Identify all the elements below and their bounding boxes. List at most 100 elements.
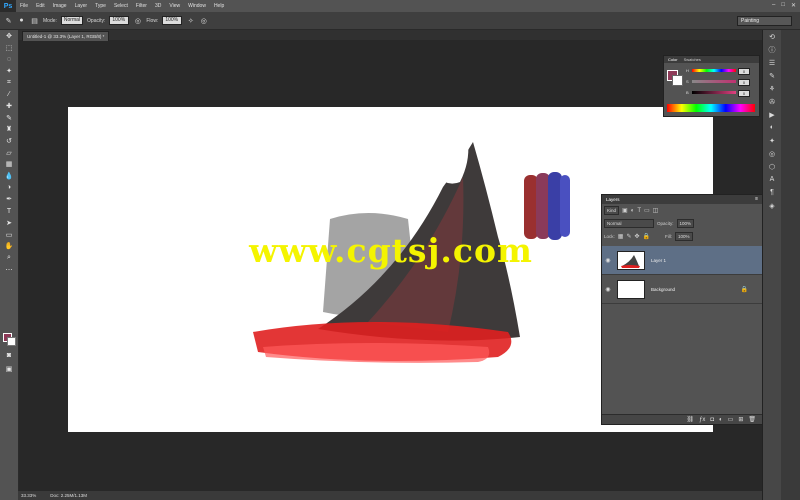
filter-adjustment-icon[interactable]: ◐ [631,208,635,214]
add-mask-icon[interactable]: ◘ [710,417,714,423]
airbrush-icon[interactable]: ✧ [186,16,195,25]
blur-tool-icon[interactable]: 💧 [0,170,18,182]
fill-field[interactable]: 100% [674,232,693,241]
opacity-field[interactable]: 100% [109,16,130,25]
eyedropper-tool-icon[interactable]: ⁄ [0,88,18,100]
eraser-tool-icon[interactable]: ▱ [0,147,18,159]
layers-dock-icon[interactable]: ◈ [763,199,781,212]
stamp-tool-icon[interactable]: ♜ [0,124,18,136]
brush-tool-icon[interactable]: ✎ [0,112,18,124]
lasso-tool-icon[interactable]: ◌ [0,53,18,65]
gradient-tool-icon[interactable]: ▦ [0,159,18,171]
zoom-level[interactable]: 33.33% [21,493,36,498]
layer-name[interactable]: Layer 1 [651,258,666,263]
channels-icon[interactable]: ◎ [763,147,781,160]
adjustments-icon[interactable]: ◐ [763,121,781,134]
channel-b-slider[interactable] [692,91,736,94]
actions-icon[interactable]: ▶ [763,108,781,121]
layer-style-icon[interactable]: ƒx [699,417,705,423]
more-tools-icon[interactable]: ⋯ [0,264,18,276]
panel-background-swatch[interactable] [672,75,683,86]
visibility-eye-icon[interactable]: ◉ [602,286,614,293]
filter-type-icon[interactable]: T [637,208,641,214]
adjustment-layer-icon[interactable]: ◐ [719,417,723,423]
brush-tool-preset-icon[interactable]: ✎ [4,16,13,25]
type-tool-icon[interactable]: T [0,205,18,217]
paragraph-icon[interactable]: ¶ [763,186,781,199]
maximize-button[interactable]: □ [781,2,785,9]
mode-select[interactable]: Normal [60,16,84,25]
document-tab[interactable]: Untitled-1 @ 33.3% (Layer 1, RGB/8) * [22,31,110,41]
minimize-button[interactable]: – [772,2,775,9]
quick-select-tool-icon[interactable]: ✦ [0,65,18,77]
move-tool-icon[interactable]: ✥ [0,30,18,42]
menu-edit[interactable]: Edit [32,3,49,9]
menu-image[interactable]: Image [49,3,71,9]
lock-all-icon[interactable]: 🔒 [643,233,650,240]
properties-icon[interactable]: ☰ [763,56,781,69]
filter-shape-icon[interactable]: ▭ [644,207,650,214]
workspace-select[interactable]: Painting [737,16,792,26]
marquee-tool-icon[interactable]: ⬚ [0,42,18,54]
filter-pixel-icon[interactable]: ▣ [622,207,628,214]
brush-size-icon[interactable]: ● [17,16,26,25]
channel-b-value[interactable]: 0 [738,90,750,97]
new-layer-icon[interactable]: ⊞ [738,416,743,423]
layer-kind-filter[interactable]: Kind [604,206,620,215]
info-icon[interactable]: ⓘ [763,43,781,56]
menu-filter[interactable]: Filter [132,3,151,9]
brush-icon[interactable]: ⚘ [763,82,781,95]
brush-panel-icon[interactable]: ▤ [30,16,39,25]
link-layers-icon[interactable]: ⛓ [686,416,694,423]
channel-h-value[interactable]: 0 [738,68,750,75]
history-brush-tool-icon[interactable]: ↺ [0,135,18,147]
menu-window[interactable]: Window [184,3,210,9]
channel-s-slider[interactable] [692,80,736,83]
pressure-size-icon[interactable]: ◎ [199,16,208,25]
screen-mode-icon[interactable]: ▣ [0,363,18,375]
pen-tool-icon[interactable]: ✒ [0,194,18,206]
crop-tool-icon[interactable]: ⌗ [0,77,18,89]
filter-smart-icon[interactable]: ◫ [653,207,659,214]
new-group-icon[interactable]: ▭ [728,416,734,423]
hand-tool-icon[interactable]: ✋ [0,240,18,252]
layer-row-layer-1[interactable]: ◉ Layer 1 [602,246,762,275]
background-color-swatch[interactable] [7,337,16,346]
channel-h-slider[interactable] [692,69,736,72]
lock-position-icon[interactable]: ✥ [634,233,639,240]
layer-row-background[interactable]: ◉ Background 🔒 [602,275,762,304]
zoom-tool-icon[interactable]: ⌕ [0,252,18,264]
shape-tool-icon[interactable]: ▭ [0,229,18,241]
layer-name[interactable]: Background [651,287,675,292]
visibility-eye-icon[interactable]: ◉ [602,257,614,264]
delete-layer-icon[interactable]: 🗑 [748,416,756,423]
menu-select[interactable]: Select [110,3,132,9]
healing-tool-icon[interactable]: ✚ [0,100,18,112]
doc-size[interactable]: Doc: 2.25M/1.13M [50,493,87,498]
tab-color[interactable]: Color [668,56,678,63]
blend-mode-select[interactable]: Normal [604,219,654,228]
history-icon[interactable]: ⟲ [763,30,781,43]
menu-help[interactable]: Help [210,3,228,9]
menu-3d[interactable]: 3D [151,3,165,9]
panel-menu-icon[interactable]: ≡ [755,195,758,204]
path-select-tool-icon[interactable]: ➤ [0,217,18,229]
menu-view[interactable]: View [165,3,184,9]
color-spectrum-ramp[interactable] [667,104,755,112]
lock-pixels-icon[interactable]: ✎ [626,233,631,240]
tab-swatches[interactable]: Swatches [684,56,701,63]
menu-file[interactable]: File [16,3,32,9]
lock-transparent-icon[interactable]: ▦ [618,233,624,240]
quick-mask-icon[interactable]: ◙ [0,350,18,362]
dodge-tool-icon[interactable]: ◑ [0,182,18,194]
channel-s-value[interactable]: 0 [738,79,750,86]
clone-source-icon[interactable]: ✇ [763,95,781,108]
menu-layer[interactable]: Layer [71,3,92,9]
close-button[interactable]: ✕ [791,2,796,9]
pressure-opacity-icon[interactable]: ◎ [133,16,142,25]
layer-opacity-field[interactable]: 100% [676,219,695,228]
brush-presets-icon[interactable]: ✎ [763,69,781,82]
menu-type[interactable]: Type [91,3,110,9]
paths-icon[interactable]: ⬡ [763,160,781,173]
character-icon[interactable]: A [763,173,781,186]
